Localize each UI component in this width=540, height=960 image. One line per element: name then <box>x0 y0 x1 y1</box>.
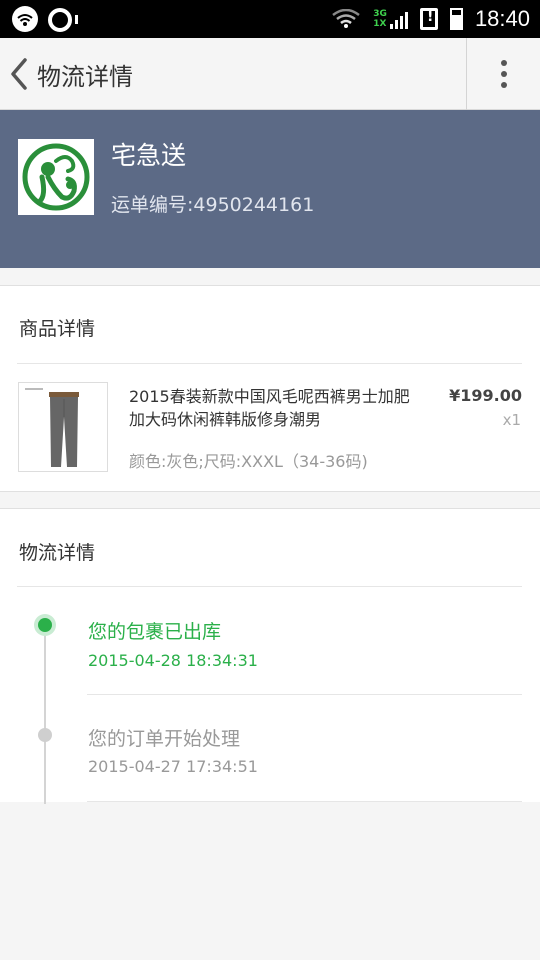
timeline-line <box>44 624 46 804</box>
network-type-label: 3G 1X <box>373 9 387 29</box>
event-time: 2015-04-28 18:34:31 <box>88 651 258 670</box>
battery-icon <box>449 8 463 30</box>
action-bar: 物流详情 <box>0 38 540 110</box>
event-time: 2015-04-27 17:34:51 <box>88 757 258 776</box>
logistics-section-title: 物流详情 <box>19 542 96 564</box>
overflow-menu-button[interactable] <box>494 58 514 90</box>
zjs-monkey-logo <box>22 143 90 211</box>
status-indicators: 3G1X 18:40 <box>331 0 530 38</box>
tracking-number: 运单编号:4950244161 <box>111 194 315 216</box>
event-status: 您的包裹已出库 <box>88 621 222 643</box>
wifi-signal-icon <box>332 9 361 28</box>
product-name[interactable]: 2015春装新款中国风毛呢西裤男士加肥加大码休闲裤韩版修身潮男 <box>129 385 419 431</box>
back-button[interactable] <box>8 56 30 92</box>
cell-signal: 3G 1X <box>373 9 408 29</box>
product-details-card: 商品详情 2015春装新款中国风毛呢西裤男士加肥加大码休闲裤韩版修身潮男 颜色:… <box>0 285 540 492</box>
timeline-dot <box>38 728 52 742</box>
section-divider <box>17 586 522 587</box>
product-quantity: x1 <box>502 411 521 429</box>
event-divider <box>87 801 522 802</box>
section-divider <box>17 363 522 364</box>
action-bar-divider <box>466 38 467 110</box>
status-notifications <box>12 6 78 32</box>
product-thumbnail[interactable] <box>18 382 108 472</box>
product-section-title: 商品详情 <box>19 318 96 340</box>
product-spec: 颜色:灰色;尺码:XXXL（34-36码) <box>129 452 368 471</box>
timeline-dot-active <box>34 614 56 636</box>
sim-alert-icon <box>419 8 438 30</box>
sync-notification-icon <box>48 8 78 32</box>
product-price: ¥199.00 <box>449 386 522 405</box>
logistics-details-card: 物流详情 您的包裹已出库 2015-04-28 18:34:31 您的订单开始处… <box>0 508 540 804</box>
trousers-image <box>25 388 79 467</box>
page-title: 物流详情 <box>37 63 133 91</box>
wifi-notification-icon <box>12 6 38 32</box>
chevron-left-icon <box>11 58 27 90</box>
carrier-name: 宅急送 <box>111 141 187 170</box>
carrier-logo <box>18 139 94 215</box>
more-vertical-icon <box>494 60 514 88</box>
cell-signal-icon <box>389 9 408 29</box>
event-status: 您的订单开始处理 <box>88 728 241 750</box>
status-time: 18:40 <box>474 6 530 31</box>
status-bar: 3G1X 18:40 <box>0 0 540 38</box>
carrier-header: 宅急送 运单编号:4950244161 <box>0 110 540 268</box>
event-divider <box>87 694 522 695</box>
